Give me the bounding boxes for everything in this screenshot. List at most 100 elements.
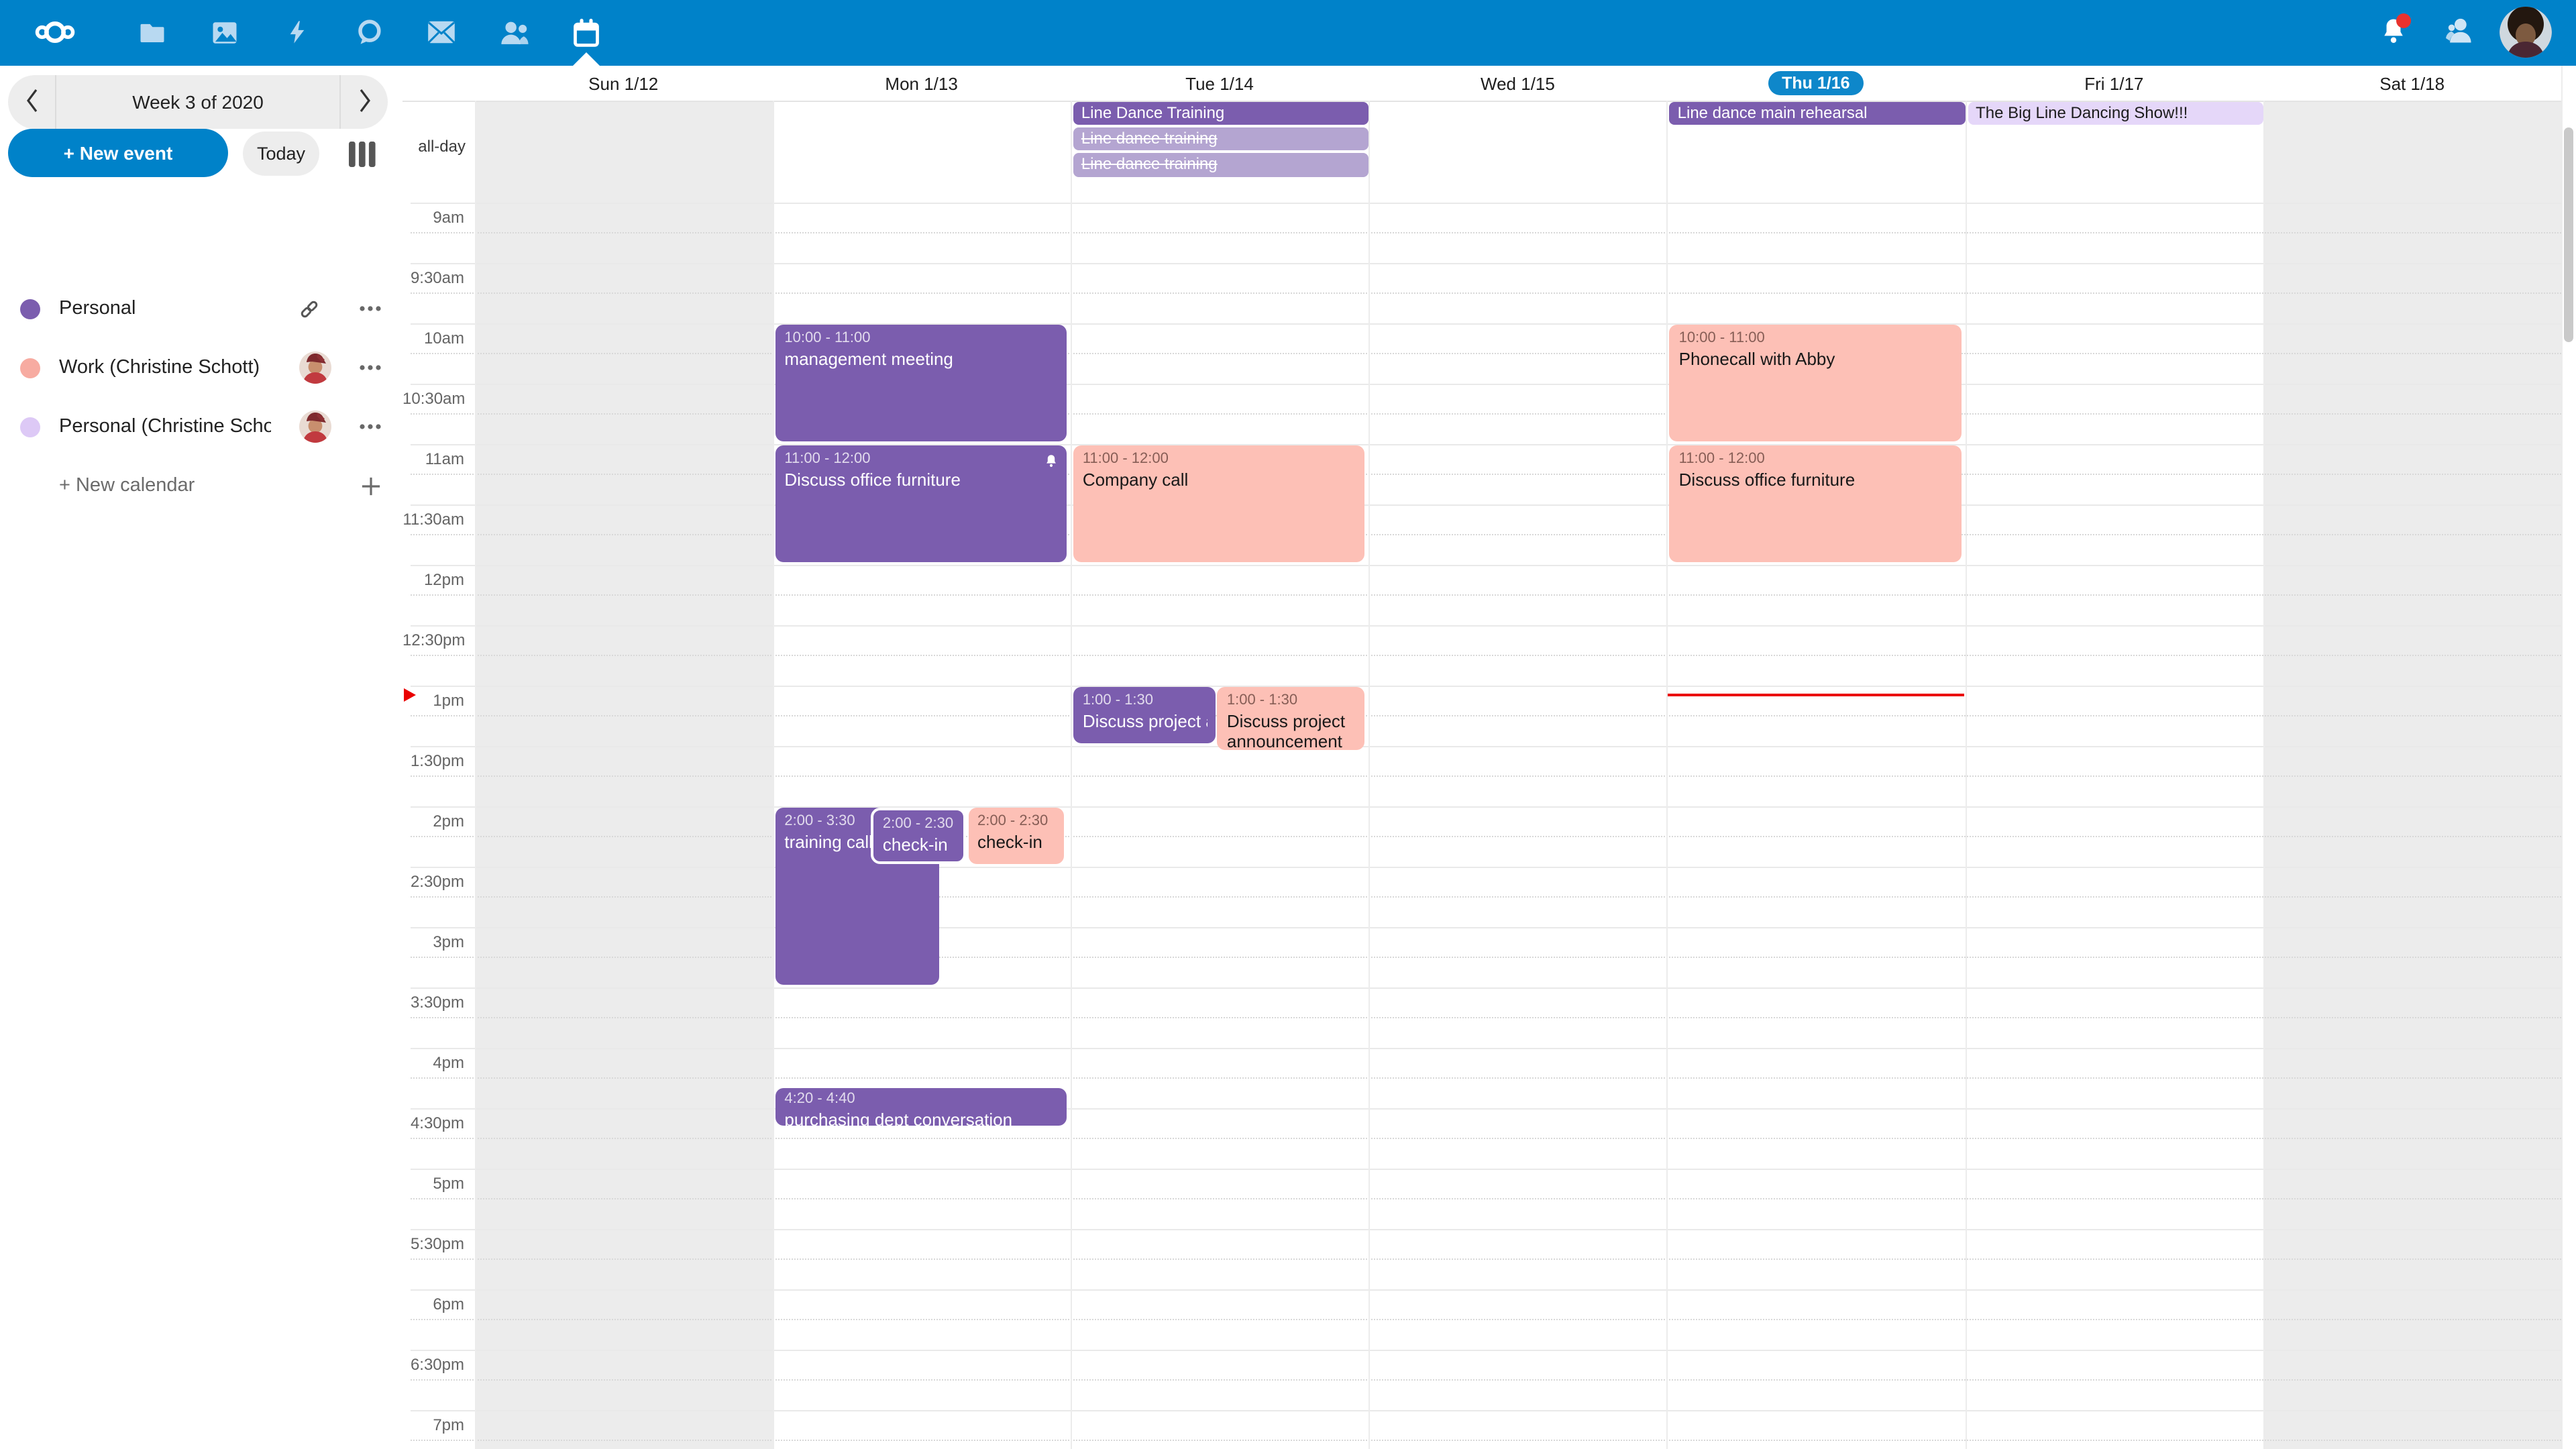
calendar-event[interactable]: 4:20 - 4:40purchasing dept conversation (775, 1089, 1066, 1126)
calendar-event[interactable]: 11:00 - 12:00Company call (1073, 445, 1364, 562)
time-axis-label: 4:30pm (402, 1113, 464, 1132)
calendar-event[interactable]: 10:00 - 11:00management meeting (775, 324, 1066, 441)
calendar-list-item[interactable]: Personal (0, 279, 402, 338)
calendar-name: Personal (Christine Scho... (59, 417, 271, 438)
columns-view-icon (349, 152, 376, 172)
time-axis-label: 12:30pm (402, 630, 464, 649)
contacts-icon[interactable] (492, 11, 535, 54)
all-day-event[interactable]: Line dance training (1073, 127, 1368, 151)
calendar-event[interactable]: 1:00 - 1:30Discuss project announcement (1218, 686, 1364, 749)
all-day-event[interactable]: Line dance training (1073, 154, 1368, 177)
calendar-actions-menu[interactable] (354, 352, 386, 384)
hour-gridline (411, 443, 2561, 445)
nextcloud-logo[interactable] (34, 11, 76, 54)
time-axis-label: 5:30pm (402, 1234, 464, 1252)
day-header-sun[interactable]: Sun 1/12 (474, 66, 772, 101)
hour-gridline (411, 1228, 2561, 1230)
column-divider (772, 66, 773, 1449)
event-time: 10:00 - 11:00 (1679, 328, 1953, 347)
calendar-name: Personal (59, 298, 271, 319)
column-divider (2561, 66, 2563, 1449)
time-axis-label: 12pm (402, 570, 464, 588)
hour-gridline (411, 987, 2561, 988)
vertical-scrollbar[interactable] (2564, 127, 2573, 342)
calendar-list-item[interactable]: Personal (Christine Scho... (0, 398, 402, 457)
event-time: 11:00 - 12:00 (1679, 449, 1953, 468)
view-toggle-button[interactable] (347, 141, 377, 168)
day-header-mon[interactable]: Mon 1/13 (772, 66, 1070, 101)
files-icon[interactable] (130, 11, 173, 54)
hour-gridline (411, 685, 2561, 686)
event-title: Phonecall with Abby (1679, 348, 1953, 369)
day-header-tue[interactable]: Tue 1/14 (1071, 66, 1368, 101)
quarter-gridline (411, 655, 2561, 656)
event-time: 11:00 - 12:00 (784, 449, 1058, 468)
current-time-arrow (404, 688, 416, 702)
mail-icon[interactable] (420, 11, 463, 54)
calendar-name: Work (Christine Schott) (59, 358, 271, 379)
day-header-thu[interactable]: Thu 1/16 (1667, 66, 1965, 101)
chevron-right-icon (358, 88, 371, 116)
time-axis-label: 1:30pm (402, 751, 464, 769)
calendar-event[interactable]: 1:00 - 1:30Discuss project announcement (1073, 686, 1216, 743)
event-time: 2:00 - 2:30 (977, 811, 1056, 830)
time-axis-label: 10:30am (402, 388, 464, 407)
all-day-event[interactable]: Line dance main rehearsal (1670, 101, 1965, 125)
left-sidebar: Week 3 of 2020 + New event Today Persona… (0, 66, 402, 1449)
calendar-list-item[interactable]: Work (Christine Schott) (0, 339, 402, 398)
event-time: 1:00 - 1:30 (1227, 690, 1356, 709)
time-axis-label: 6:30pm (402, 1354, 464, 1373)
event-title: Discuss office furniture (1679, 469, 1953, 490)
weekend-column-shade (474, 101, 772, 1449)
previous-week-button[interactable] (8, 75, 56, 129)
calendar-actions-menu[interactable] (354, 411, 386, 443)
quarter-gridline (411, 715, 2561, 716)
user-avatar[interactable] (2500, 7, 2552, 59)
activity-icon[interactable] (275, 11, 318, 54)
next-week-button[interactable] (339, 75, 388, 129)
all-day-event[interactable]: The Big Line Dancing Show!!! (1968, 101, 2263, 125)
calendar-event[interactable]: 2:00 - 2:30check-in (871, 807, 966, 864)
time-axis-label: 2pm (402, 811, 464, 830)
all-day-event[interactable]: Line Dance Training (1073, 101, 1368, 125)
calendar-color-dot (20, 299, 40, 319)
time-axis-label: 11am (402, 449, 464, 468)
calendar-event[interactable]: 11:00 - 12:00Discuss office furniture (775, 445, 1066, 562)
time-axis-label: 6pm (402, 1294, 464, 1313)
calendar-event[interactable]: 2:00 - 2:30check-in (968, 807, 1064, 864)
day-header-wed[interactable]: Wed 1/15 (1368, 66, 1666, 101)
hour-gridline (411, 383, 2561, 384)
today-button[interactable]: Today (243, 131, 319, 176)
time-axis-label: 3:30pm (402, 992, 464, 1011)
contacts-menu-button[interactable] (2438, 11, 2481, 54)
calendar-icon[interactable] (565, 11, 608, 54)
new-calendar-button[interactable]: + New calendar (0, 456, 402, 515)
hour-gridline (411, 1047, 2561, 1049)
calendar-event[interactable]: 11:00 - 12:00Discuss office furniture (1670, 445, 1961, 562)
new-event-button[interactable]: + New event (8, 129, 228, 177)
quarter-gridline (411, 1319, 2561, 1320)
hour-gridline (411, 504, 2561, 505)
calendar-event[interactable]: 10:00 - 11:00Phonecall with Abby (1670, 324, 1961, 441)
column-divider (1667, 66, 1668, 1449)
chevron-left-icon (25, 88, 38, 116)
photos-icon[interactable] (203, 11, 246, 54)
weekend-column-shade (2263, 101, 2561, 1449)
time-axis-label: 2:30pm (402, 871, 464, 890)
notifications-button[interactable] (2372, 11, 2415, 54)
hour-gridline (411, 1289, 2561, 1290)
week-label[interactable]: Week 3 of 2020 (56, 91, 339, 113)
calendar-actions-menu[interactable] (354, 292, 386, 325)
hour-gridline (411, 1349, 2561, 1350)
hour-gridline (411, 866, 2561, 867)
day-header-fri[interactable]: Fri 1/17 (1965, 66, 2263, 101)
talk-icon[interactable] (347, 11, 390, 54)
event-title: check-in (977, 831, 1056, 852)
day-header-sat[interactable]: Sat 1/18 (2263, 66, 2561, 101)
hour-gridline (411, 323, 2561, 324)
quarter-gridline (411, 232, 2561, 233)
quarter-gridline (411, 353, 2561, 354)
calendar-color-dot (20, 358, 40, 378)
current-time-line (1668, 694, 1964, 696)
link-share-icon[interactable] (292, 292, 325, 325)
